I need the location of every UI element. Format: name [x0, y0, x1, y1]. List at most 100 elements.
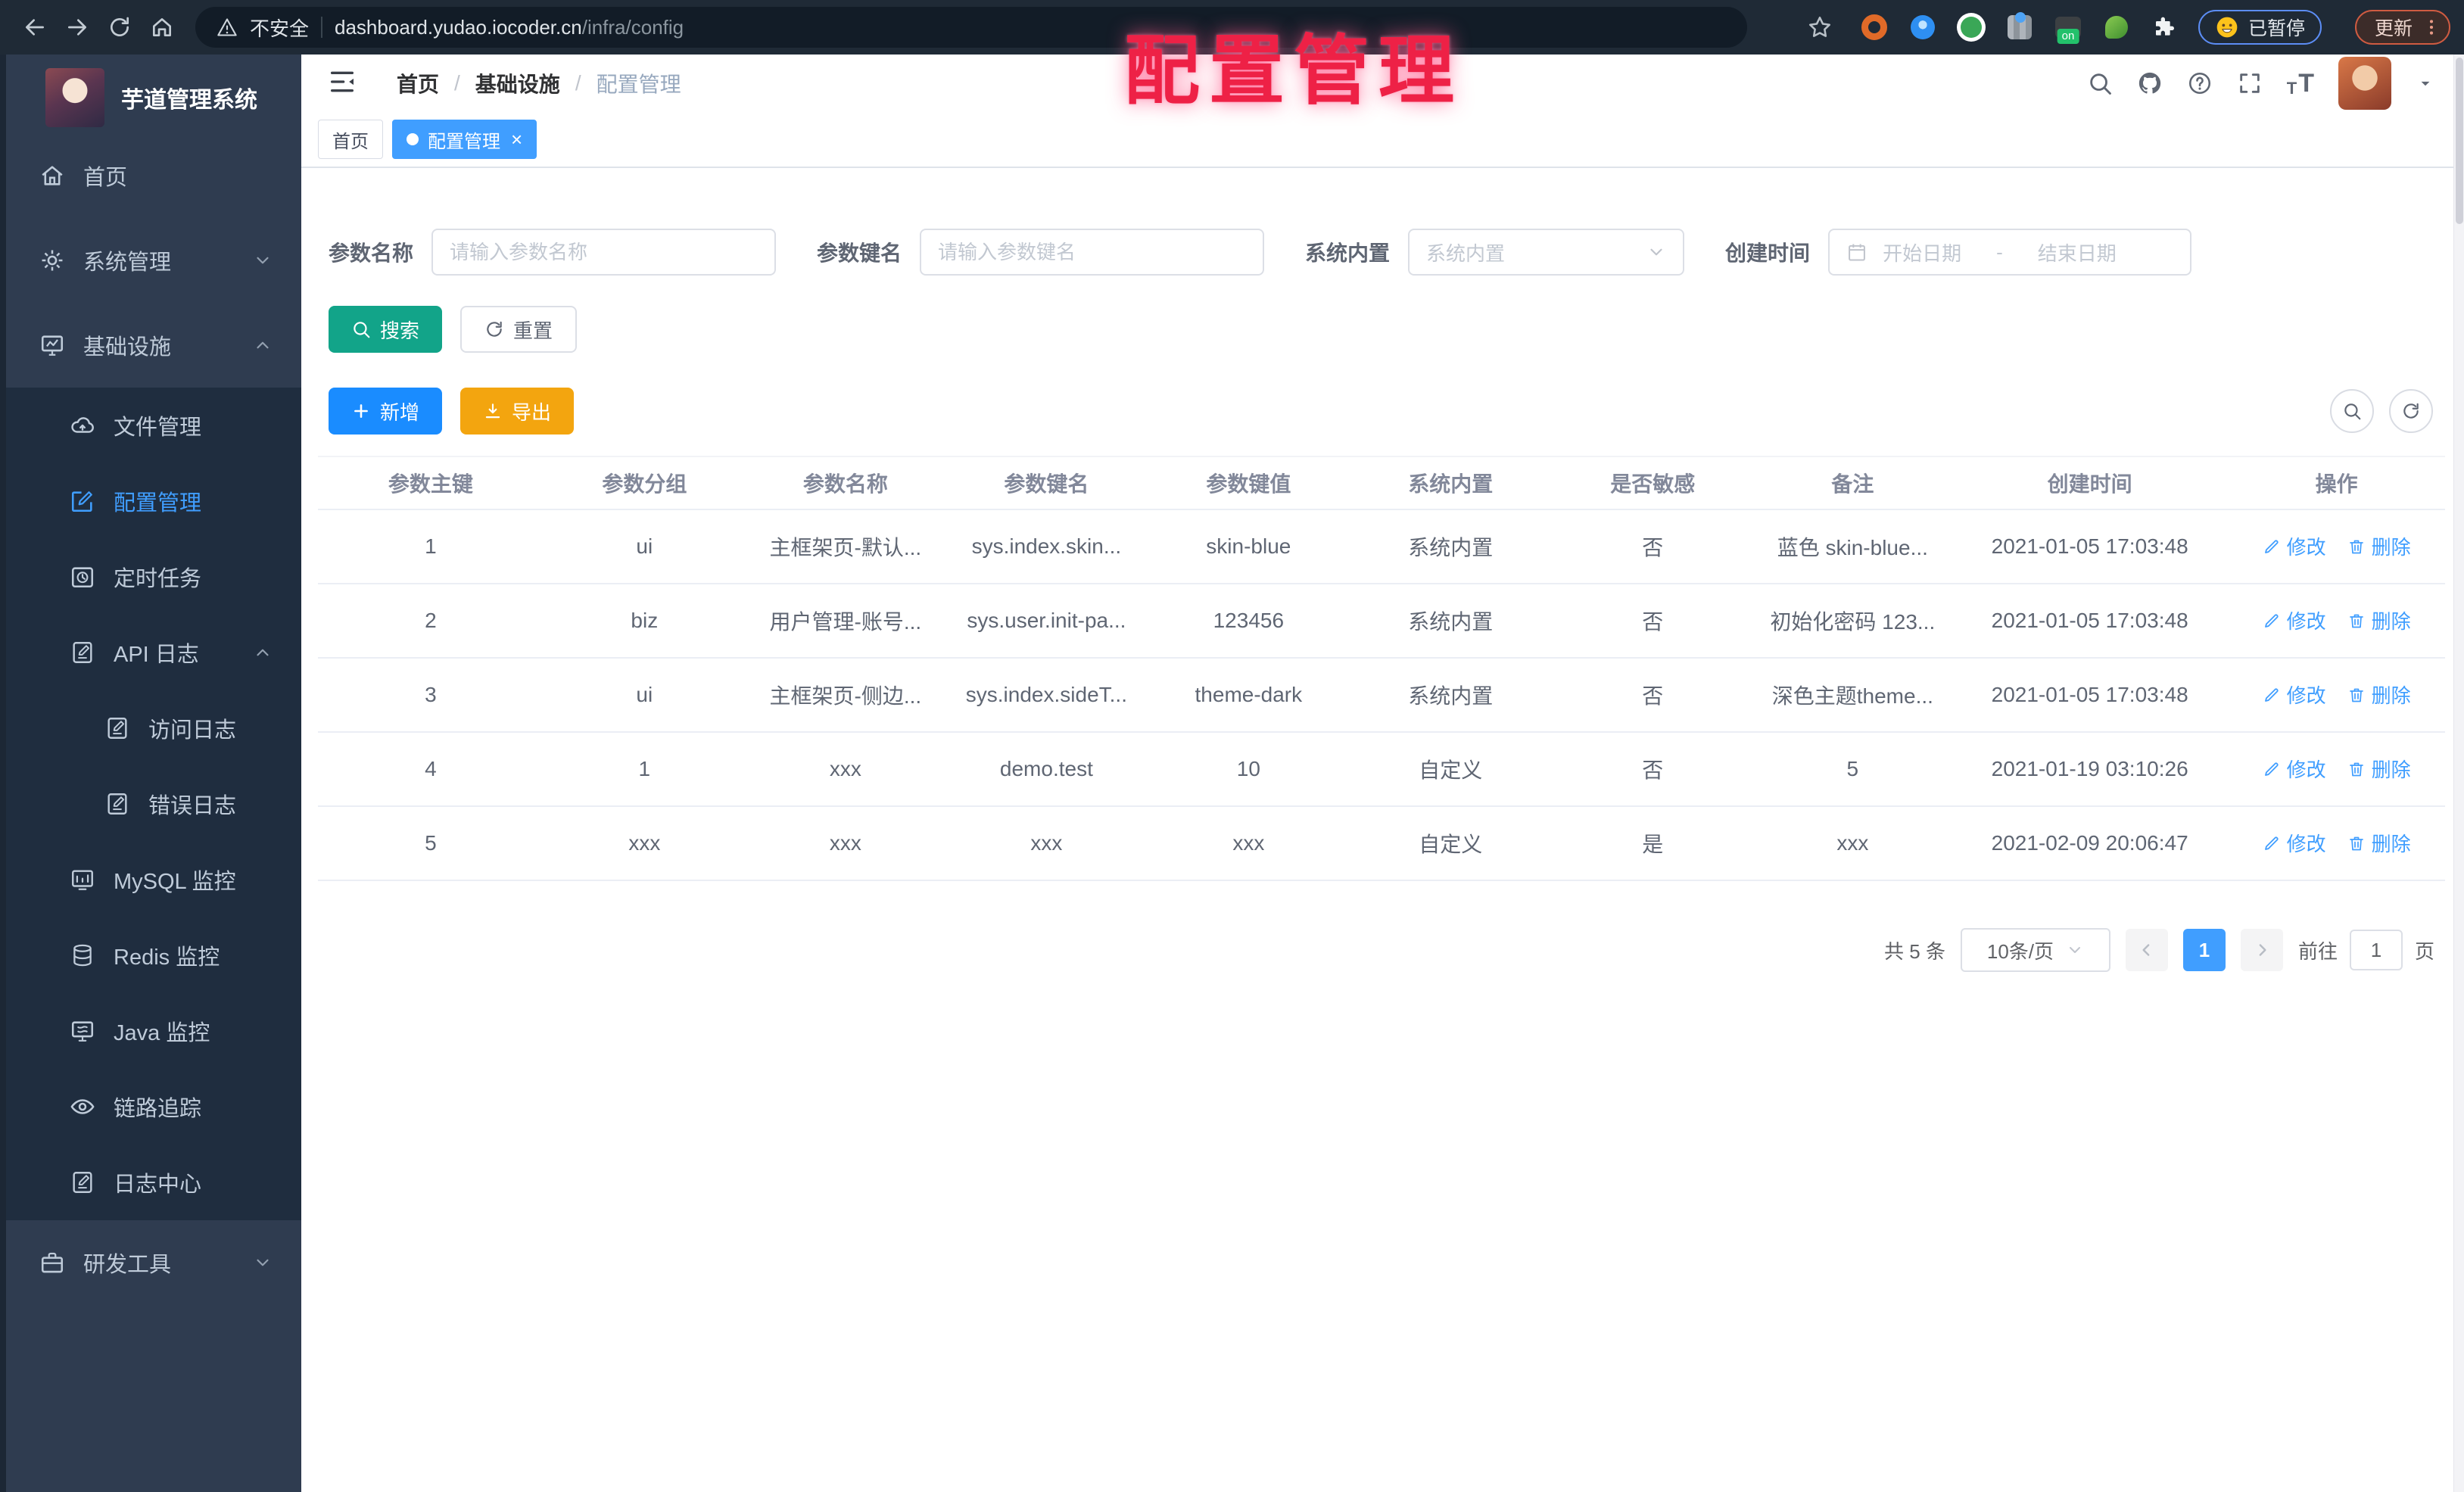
sidebar-item-9[interactable]: MySQL 监控: [6, 842, 301, 917]
reset-button[interactable]: 重置: [460, 306, 578, 353]
edit-link[interactable]: 修改: [2263, 755, 2326, 783]
extensions-puzzle-icon[interactable]: [2150, 12, 2180, 42]
trash-icon: [2347, 760, 2366, 778]
sidebar-item-1[interactable]: 系统管理: [6, 218, 301, 303]
table-cell: sys.index.skin...: [945, 509, 1148, 584]
reload-button[interactable]: [98, 6, 141, 48]
toggle-search-button[interactable]: [2330, 389, 2374, 433]
security-label: 不安全: [250, 17, 310, 40]
export-button[interactable]: 导出: [460, 388, 575, 435]
current-page-button[interactable]: 1: [2182, 929, 2226, 971]
sidebar-item-6[interactable]: API 日志: [6, 615, 301, 690]
table-cell: 否: [1551, 658, 1754, 733]
bookmark-star-icon[interactable]: [1799, 6, 1841, 48]
breadcrumb-separator: /: [575, 71, 581, 95]
delete-link[interactable]: 删除: [2347, 755, 2411, 783]
extension-icon-orange-ring[interactable]: [1859, 12, 1889, 42]
sidebar-collapse-icon[interactable]: [327, 67, 360, 100]
sidebar-item-label: MySQL 监控: [114, 870, 236, 894]
sidebar-item-5[interactable]: 定时任务: [6, 539, 301, 615]
sidebar-item-13[interactable]: 日志中心: [6, 1145, 301, 1220]
sidebar-item-0[interactable]: 首页: [6, 133, 301, 218]
log-icon: [70, 640, 95, 665]
tab-config-management[interactable]: 配置管理 ×: [392, 120, 537, 159]
extension-icon-on-badge[interactable]: [2053, 12, 2083, 42]
sidebar-item-8[interactable]: 错误日志: [6, 766, 301, 842]
forward-button[interactable]: [56, 6, 98, 48]
breadcrumb-item-home[interactable]: 首页: [397, 68, 439, 98]
delete-link[interactable]: 删除: [2347, 829, 2411, 857]
update-browser-button[interactable]: 更新: [2354, 10, 2450, 45]
create-time-range-picker[interactable]: 开始日期 - 结束日期: [1828, 229, 2192, 276]
prev-page-button[interactable]: [2125, 929, 2168, 971]
extension-icon-green-circle[interactable]: [1956, 12, 1986, 42]
page-scrollbar[interactable]: [2453, 55, 2464, 1492]
sidebar-item-4[interactable]: 配置管理: [6, 463, 301, 539]
github-icon[interactable]: [2137, 70, 2163, 96]
table-cell: demo.test: [945, 732, 1148, 807]
user-menu-caret-icon[interactable]: [2416, 73, 2435, 93]
app-logo-row[interactable]: 芋道管理系统: [6, 55, 301, 133]
download-icon: [483, 401, 503, 421]
close-tab-icon[interactable]: ×: [511, 129, 522, 149]
param-key-input[interactable]: [938, 240, 1247, 264]
sidebar-item-14[interactable]: 研发工具: [6, 1220, 301, 1305]
scrollbar-thumb[interactable]: [2456, 58, 2463, 224]
update-label: 更新: [2374, 18, 2413, 39]
edit-link[interactable]: 修改: [2263, 829, 2326, 857]
param-name-label: 参数名称: [329, 241, 414, 265]
paused-badge[interactable]: 已暂停: [2198, 10, 2322, 45]
delete-link[interactable]: 删除: [2347, 606, 2411, 634]
sidebar-item-3[interactable]: 文件管理: [6, 388, 301, 463]
sidebar-item-label: 定时任务: [114, 567, 202, 591]
edit-link[interactable]: 修改: [2263, 532, 2326, 560]
browser-home-button[interactable]: [141, 6, 183, 48]
refresh-table-button[interactable]: [2389, 389, 2433, 433]
tool-icon: [39, 1250, 65, 1276]
delete-link[interactable]: 删除: [2347, 532, 2411, 560]
sidebar-item-10[interactable]: Redis 监控: [6, 917, 301, 993]
active-dot: [407, 133, 419, 145]
extension-icon-gray-grid[interactable]: [2005, 12, 2035, 42]
edit-link[interactable]: 修改: [2263, 681, 2326, 709]
page-size-select[interactable]: 10条/页: [1960, 928, 2110, 972]
extension-icon-blue-pin[interactable]: [1908, 12, 1938, 42]
sidebar-item-7[interactable]: 访问日志: [6, 690, 301, 766]
sidebar-item-2[interactable]: 基础设施: [6, 303, 301, 388]
monitor-icon: [39, 332, 65, 358]
table-row: 2 biz 用户管理-账号... sys.user.init-pa... 123456 系…: [318, 584, 2445, 659]
address-bar[interactable]: 不安全 dashboard.yudao.iocoder.cn/infra/con…: [195, 7, 1747, 48]
table-cell: xxx: [1147, 806, 1350, 881]
tab-home[interactable]: 首页: [318, 120, 383, 159]
next-page-button[interactable]: [2240, 929, 2283, 971]
delete-link[interactable]: 删除: [2347, 681, 2411, 709]
help-icon[interactable]: [2187, 70, 2213, 96]
sidebar-item-12[interactable]: 链路追踪: [6, 1069, 301, 1145]
kebab-menu-icon[interactable]: [2422, 17, 2441, 37]
search-button[interactable]: 搜索: [329, 306, 443, 353]
table-cell: 系统内置: [1349, 509, 1552, 584]
sidebar-item-11[interactable]: Java 监控: [6, 993, 301, 1069]
breadcrumb-item-infra[interactable]: 基础设施: [475, 68, 560, 98]
font-size-icon[interactable]: TT: [2287, 69, 2314, 98]
trash-icon: [2347, 612, 2366, 630]
add-button[interactable]: 新增: [329, 388, 443, 435]
edit-link[interactable]: 修改: [2263, 606, 2326, 634]
sidebar-item-label: 日志中心: [114, 1173, 202, 1197]
goto-page-input[interactable]: [2349, 930, 2403, 970]
table-cell: skin-blue: [1147, 509, 1350, 584]
table-header-row: 参数主键 参数分组 参数名称 参数键名 参数键值 系统内置 是否敏感 备注 创建时间 操作: [318, 456, 2445, 510]
pencil-icon: [2263, 686, 2281, 704]
breadcrumb: 首页 / 基础设施 / 配置管理: [397, 68, 681, 98]
param-name-input[interactable]: [450, 240, 759, 264]
breadcrumb-item-current: 配置管理: [596, 73, 681, 96]
user-avatar[interactable]: [2338, 57, 2391, 110]
header-search-icon[interactable]: [2087, 70, 2113, 96]
chevron-down-icon: [2066, 941, 2084, 959]
column-header: 参数主键: [318, 456, 544, 510]
create-time-label: 创建时间: [1725, 241, 1811, 265]
extension-icon-green-leaf[interactable]: [2101, 12, 2132, 42]
back-button[interactable]: [14, 6, 56, 48]
fullscreen-icon[interactable]: [2237, 70, 2263, 96]
builtin-select[interactable]: 系统内置: [1408, 229, 1685, 276]
